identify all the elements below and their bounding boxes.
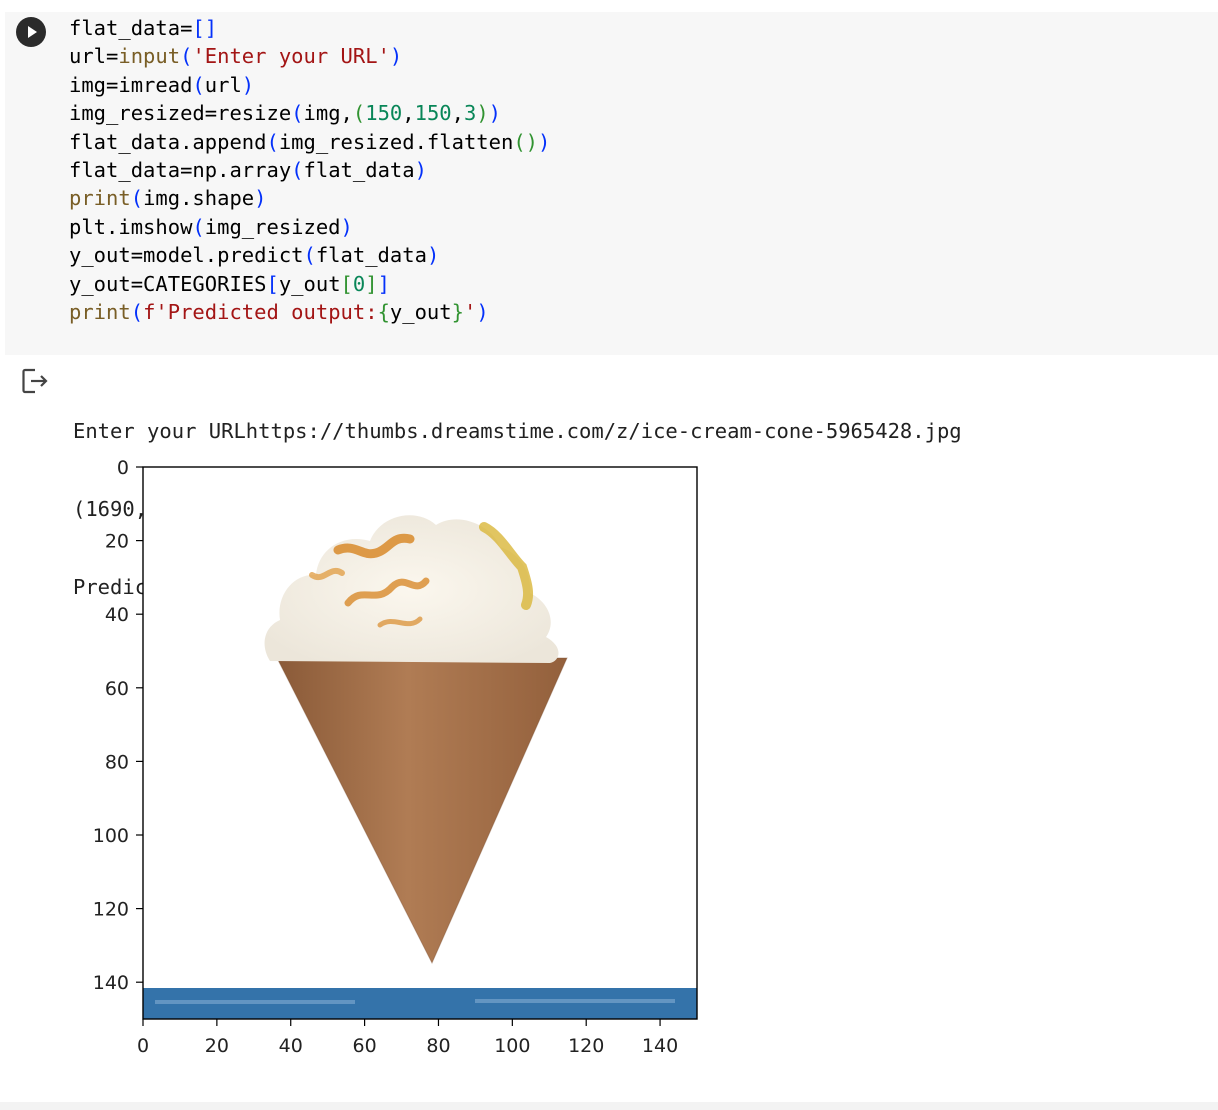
code-token: ) bbox=[488, 101, 502, 126]
code-token: , bbox=[451, 101, 464, 126]
code-token: ( bbox=[266, 129, 279, 154]
code-token: ( bbox=[130, 186, 144, 211]
code-line: flat_data.append(img_resized.flatten()) bbox=[69, 128, 550, 156]
code-token: input bbox=[118, 44, 181, 69]
code-line: print(img.shape) bbox=[69, 184, 550, 212]
code-token: { bbox=[377, 299, 390, 324]
code-token: img, bbox=[303, 101, 353, 126]
output-arrow-icon[interactable] bbox=[21, 367, 49, 395]
x-tick-label: 0 bbox=[137, 1035, 149, 1057]
code-token: f'Predicted output: bbox=[143, 299, 378, 324]
code-line: url=input('Enter your URL') bbox=[69, 42, 550, 70]
code-token: ( bbox=[291, 157, 304, 182]
y-tick-label: 80 bbox=[105, 751, 129, 773]
code-token: ( bbox=[192, 214, 205, 239]
next-cell-divider bbox=[0, 1102, 1218, 1110]
y-tick-label: 120 bbox=[93, 899, 129, 921]
y-tick-label: 0 bbox=[117, 457, 129, 479]
code-token: ) bbox=[538, 129, 551, 154]
output-url-line: Enter your URLhttps://thumbs.dreamstime.… bbox=[73, 419, 962, 443]
plot-image bbox=[143, 467, 697, 1019]
code-token: 150 bbox=[414, 101, 452, 126]
code-token: } bbox=[451, 299, 464, 324]
code-token: flat_data bbox=[315, 243, 427, 268]
code-token: img_resized.flatten bbox=[278, 129, 514, 154]
code-token: ) bbox=[241, 72, 255, 97]
code-token: print bbox=[69, 299, 131, 324]
code-line: flat_data=np.array(flat_data) bbox=[69, 156, 550, 184]
code-token: [] bbox=[192, 16, 218, 40]
x-tick-label: 40 bbox=[279, 1035, 303, 1057]
y-tick-label: 100 bbox=[93, 825, 129, 847]
code-token: ) bbox=[414, 157, 427, 182]
x-tick-label: 60 bbox=[353, 1035, 377, 1057]
code-token: y_out=CATEGORIES bbox=[69, 271, 267, 296]
code-token: img_resized=resize bbox=[69, 101, 292, 126]
code-token: img_resized bbox=[204, 214, 341, 239]
code-token: [ bbox=[340, 271, 353, 296]
code-token: plt.imshow bbox=[69, 214, 193, 239]
code-token: ( bbox=[303, 243, 316, 268]
code-token: ( bbox=[192, 72, 205, 97]
code-token: 'Enter your URL' bbox=[192, 44, 390, 69]
x-tick-label: 120 bbox=[568, 1035, 604, 1057]
code-token: flat_data.append bbox=[69, 129, 267, 154]
code-token: flat_data=np.array bbox=[69, 157, 292, 182]
x-tick-label: 100 bbox=[494, 1035, 530, 1057]
code-token: y_out bbox=[278, 271, 341, 296]
y-tick-label: 20 bbox=[105, 531, 129, 553]
code-token: ' bbox=[463, 299, 477, 324]
code-token: flat_data= bbox=[69, 16, 193, 40]
code-token: [ bbox=[266, 271, 279, 296]
code-token: y_out bbox=[389, 299, 452, 324]
code-token: ) bbox=[476, 101, 489, 126]
code-line: img=imread(url) bbox=[69, 71, 550, 99]
x-tick-label: 140 bbox=[642, 1035, 678, 1057]
plot-svg: 0 20 40 60 80 100 120 140 0 20 40 60 80 100 120 140 bbox=[93, 457, 698, 1057]
code-token: ] bbox=[365, 271, 378, 296]
code-token: url= bbox=[69, 44, 119, 69]
code-line: plt.imshow(img_resized) bbox=[69, 213, 550, 241]
code-token: y_out=model.predict bbox=[69, 243, 304, 268]
code-token: ] bbox=[377, 271, 390, 296]
code-token: 150 bbox=[365, 101, 403, 126]
code-editor[interactable]: flat_data=[] url=input('Enter your URL') i… bbox=[69, 14, 550, 326]
code-line: img_resized=resize(img,(150,150,3)) bbox=[69, 99, 550, 127]
code-token: img=imread bbox=[69, 72, 193, 97]
x-tick-label: 80 bbox=[426, 1035, 450, 1057]
x-tick-label: 20 bbox=[205, 1035, 229, 1057]
y-tick-label: 60 bbox=[105, 678, 129, 700]
y-tick-label: 40 bbox=[105, 604, 129, 626]
code-token: img.shape bbox=[143, 186, 255, 211]
code-token: ) bbox=[476, 299, 489, 324]
code-token: ( bbox=[130, 299, 144, 324]
code-token: ( bbox=[291, 101, 304, 126]
code-token: 3 bbox=[463, 101, 477, 126]
code-token: url bbox=[204, 72, 242, 97]
code-token: ( bbox=[352, 101, 366, 126]
imshow-plot: 0 20 40 60 80 100 120 140 0 20 40 60 80 100 120 140 bbox=[80, 455, 720, 1075]
code-token: ) bbox=[426, 243, 440, 268]
code-line: y_out=CATEGORIES[y_out[0]] bbox=[69, 270, 550, 298]
code-token: ) bbox=[340, 214, 353, 239]
run-cell-button[interactable] bbox=[16, 17, 46, 47]
code-token: print bbox=[69, 186, 131, 211]
code-token: flat_data bbox=[303, 157, 415, 182]
code-token: 0 bbox=[352, 271, 366, 296]
code-token: , bbox=[402, 101, 415, 126]
code-token: ( bbox=[180, 44, 193, 69]
code-token: ) bbox=[389, 44, 403, 69]
code-token: () bbox=[513, 129, 539, 154]
code-line: y_out=model.predict(flat_data) bbox=[69, 241, 550, 269]
play-icon bbox=[28, 26, 37, 38]
code-line: flat_data=[] bbox=[69, 14, 550, 42]
code-token: ) bbox=[254, 186, 267, 211]
y-tick-label: 140 bbox=[93, 972, 129, 994]
code-line: print(f'Predicted output:{y_out}') bbox=[69, 298, 550, 326]
